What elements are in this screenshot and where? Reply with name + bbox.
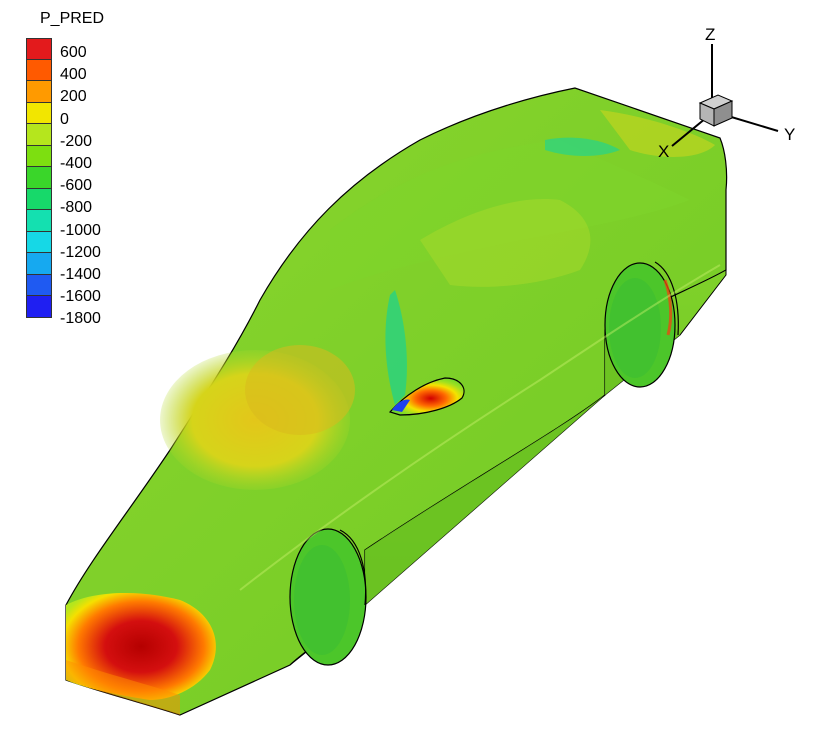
- z-axis-label: Z: [705, 25, 715, 44]
- hood-warm-region-2: [245, 345, 355, 435]
- axis-triad: Z Y X: [658, 25, 795, 161]
- orientation-cube: [698, 94, 734, 127]
- rear-wheel-shading: [609, 278, 661, 378]
- front-wheel-shading: [294, 545, 350, 655]
- y-axis-label: Y: [784, 125, 795, 144]
- x-axis-label: X: [658, 142, 669, 161]
- car-pressure-render: Z Y X: [65, 25, 795, 716]
